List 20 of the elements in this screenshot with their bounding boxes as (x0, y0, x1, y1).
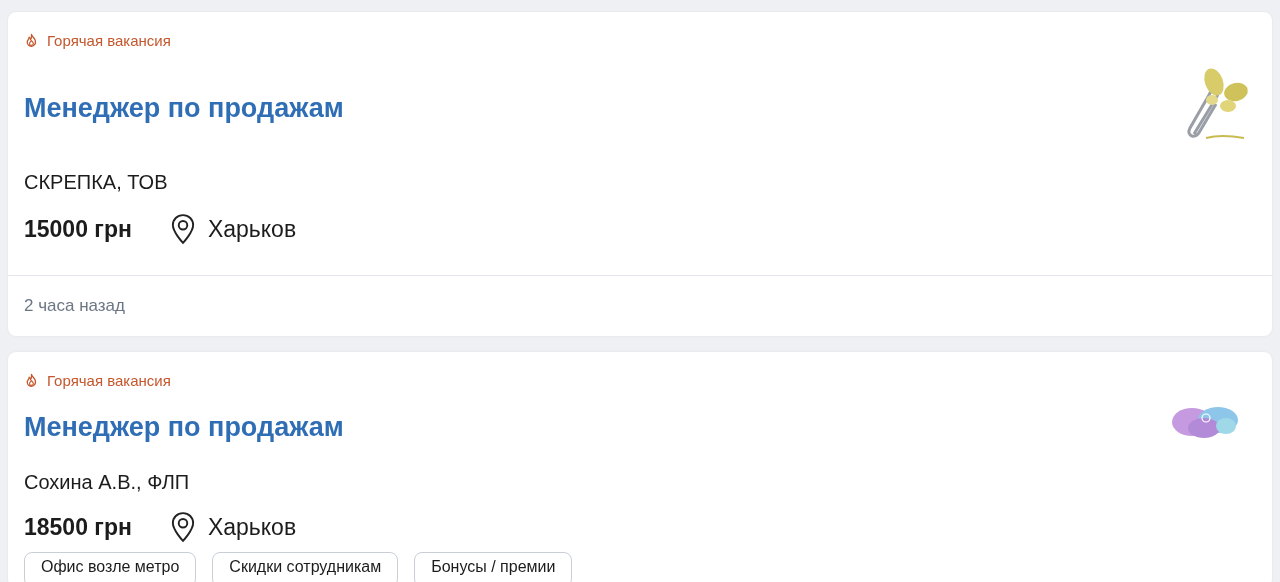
benefit-tag: Бонусы / премии (414, 552, 573, 582)
location-pin-icon (169, 213, 196, 245)
vacancy-card[interactable]: Горячая вакансия Менеджер по продажам СКРЕПКА, ТОВ 15000 грн Харьков 2 часа назад (8, 12, 1272, 336)
benefit-tag: Офис возле метро (24, 552, 197, 582)
location-pin-icon (169, 511, 196, 543)
flame-icon (24, 373, 39, 388)
company-name: СКРЕПКА, ТОВ (24, 171, 169, 194)
vacancy-title-link[interactable]: Менеджер по продажам (24, 412, 1166, 443)
company-name: Сохина А.В., ФЛП (24, 471, 191, 494)
salary: 15000 грн (24, 215, 132, 243)
salary: 18500 грн (24, 513, 132, 541)
vacancy-title-link[interactable]: Менеджер по продажам (24, 93, 1176, 124)
posted-time: 2 часа назад (24, 296, 125, 315)
hot-vacancy-label: Горячая вакансия (47, 372, 171, 389)
city: Харьков (207, 513, 297, 541)
benefit-tag: Скидки сотрудникам (212, 552, 399, 582)
hot-vacancy-label: Горячая вакансия (47, 32, 171, 49)
city: Харьков (207, 215, 297, 243)
flame-icon (24, 33, 39, 48)
vacancy-card[interactable]: Горячая вакансия Менеджер по продажам Сохина А.В., ФЛП 18500 грн Харьков Офис возле метро Скидки сотрудникам Бонусы / премии (8, 352, 1272, 582)
